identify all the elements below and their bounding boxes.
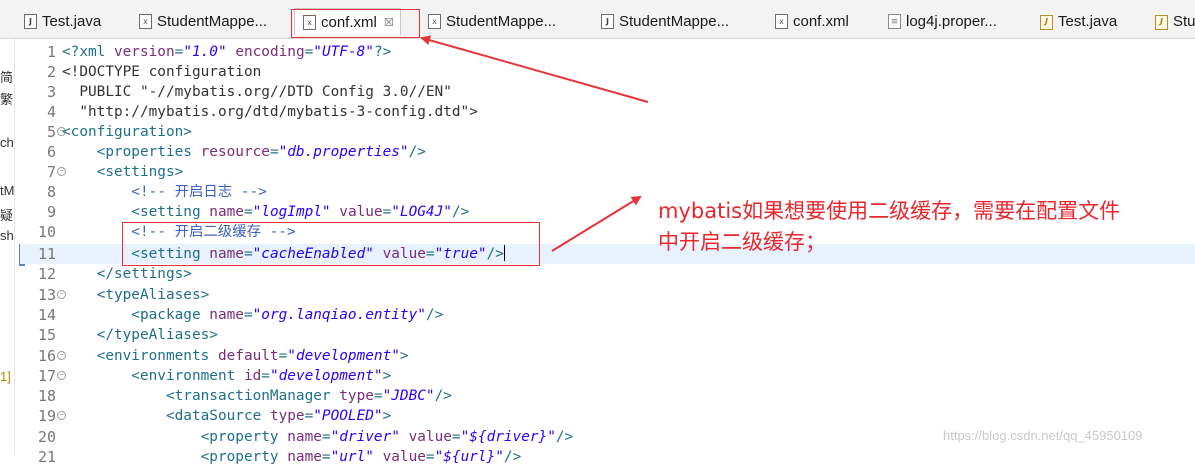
line-number: 7 <box>46 163 56 181</box>
close-tab-icon[interactable]: ☒ <box>384 16 394 29</box>
line-number: 6 <box>46 143 56 161</box>
panel-text: ch <box>0 135 14 150</box>
tab-studentmapper-xml[interactable]: StudentMappe... <box>139 11 267 31</box>
line-number: 15 <box>37 326 56 344</box>
line-number: 3 <box>46 83 56 101</box>
code-line[interactable]: 18 <transactionManager type="JDBC"/> <box>20 386 1195 406</box>
line-number: 11 <box>37 245 56 263</box>
code-line[interactable]: 14 <package name="org.lanqiao.entity"/> <box>20 305 1195 325</box>
code-line[interactable]: 21 <property name="url" value="${url}"/> <box>20 447 1195 467</box>
tab-label: Test.java <box>42 12 102 30</box>
code-line[interactable]: 4 "http://mybatis.org/dtd/mybatis-3-conf… <box>20 102 1195 122</box>
code-line[interactable]: 12 </settings> <box>20 264 1195 284</box>
java-file-icon <box>24 13 37 29</box>
line-number: 1 <box>46 43 56 61</box>
panel-text: 简 <box>0 70 14 85</box>
java-file-icon <box>601 13 614 29</box>
panel-text: tM <box>0 183 15 198</box>
line-number: 2 <box>46 63 56 81</box>
line-number: 21 <box>37 448 56 466</box>
java-class-icon <box>1155 13 1168 30</box>
watermark-text: https://blog.csdn.net/qq_45950109 <box>943 428 1143 443</box>
line-number: 8 <box>46 183 56 201</box>
code-line[interactable]: 1 <?xml version="1.0" encoding="UTF-8"?> <box>20 42 1195 62</box>
xml-file-icon <box>139 13 152 29</box>
left-side-panel: 简 繁 ch tM 疑 sh 1] <box>0 39 15 455</box>
tab-label: Stu <box>1173 12 1195 30</box>
properties-file-icon <box>888 13 901 29</box>
line-number: 9 <box>46 203 56 221</box>
line-number: 5 <box>46 123 56 141</box>
code-line[interactable]: 5 <configuration> <box>20 122 1195 142</box>
panel-text: sh <box>0 228 14 243</box>
code-line[interactable]: 6 <properties resource="db.properties"/> <box>20 142 1195 162</box>
line-number: 13 <box>37 286 56 304</box>
panel-text: 疑 <box>0 208 14 223</box>
tab-log4j-properties[interactable]: log4j.proper... <box>888 11 997 31</box>
code-line[interactable]: 13 <typeAliases> <box>20 285 1195 305</box>
code-line[interactable]: 16 <environments default="development"> <box>20 346 1195 366</box>
tab-test-java-2[interactable]: Test.java <box>1040 11 1117 31</box>
line-number: 19 <box>37 407 56 425</box>
tab-label: StudentMappe... <box>446 12 557 30</box>
panel-text: 繁 <box>0 92 14 107</box>
tab-conf-xml-2[interactable]: conf.xml <box>775 11 849 31</box>
annotation-line: 中开启二级缓存； <box>658 230 826 254</box>
tab-stu-clipped[interactable]: Stu <box>1155 11 1195 31</box>
line-number: 12 <box>37 265 56 283</box>
tab-label: conf.xml <box>793 12 849 30</box>
tab-studentmapper-java[interactable]: StudentMappe... <box>601 11 729 31</box>
xml-file-icon <box>775 13 788 29</box>
text-cursor <box>503 245 505 261</box>
panel-text: 1] <box>0 369 11 384</box>
annotation-text: mybatis如果想要使用二级缓存，需要在配置文件 中开启二级缓存； <box>658 196 1178 258</box>
annotation-line: mybatis如果想要使用二级缓存，需要在配置文件 <box>658 199 1121 223</box>
line-number: 16 <box>37 347 56 365</box>
line-number: 17 <box>37 367 56 385</box>
editor-tab-bar: Test.java StudentMappe... conf.xml ☒ Stu… <box>0 0 1195 39</box>
code-line[interactable]: 2 <!DOCTYPE configuration <box>20 62 1195 82</box>
tab-test-java[interactable]: Test.java <box>24 11 101 31</box>
code-line[interactable]: 3 PUBLIC "-//mybatis.org//DTD Config 3.0… <box>20 82 1195 102</box>
line-number: 20 <box>37 428 56 446</box>
tab-label: StudentMappe... <box>157 12 268 30</box>
xml-file-icon <box>428 13 441 29</box>
tab-label: log4j.proper... <box>906 12 997 30</box>
code-line[interactable]: 15 </typeAliases> <box>20 325 1195 345</box>
tab-label: StudentMappe... <box>619 12 730 30</box>
code-line[interactable]: 17 <environment id="development"> <box>20 366 1195 386</box>
line-number: 10 <box>37 223 56 241</box>
tab-label: conf.xml <box>321 13 377 31</box>
line-number: 4 <box>46 103 56 121</box>
tab-label: Test.java <box>1058 12 1118 30</box>
line-number: 18 <box>37 387 56 405</box>
tab-conf-xml-active[interactable]: conf.xml ☒ <box>294 8 401 35</box>
code-line[interactable]: 19 <dataSource type="POOLED"> <box>20 406 1195 426</box>
line-number: 14 <box>37 306 56 324</box>
xml-file-icon <box>303 14 316 30</box>
tab-studentmapper-xml-2[interactable]: StudentMappe... <box>428 11 556 31</box>
java-class-icon <box>1040 13 1053 30</box>
code-line[interactable]: 7 <settings> <box>20 162 1195 182</box>
